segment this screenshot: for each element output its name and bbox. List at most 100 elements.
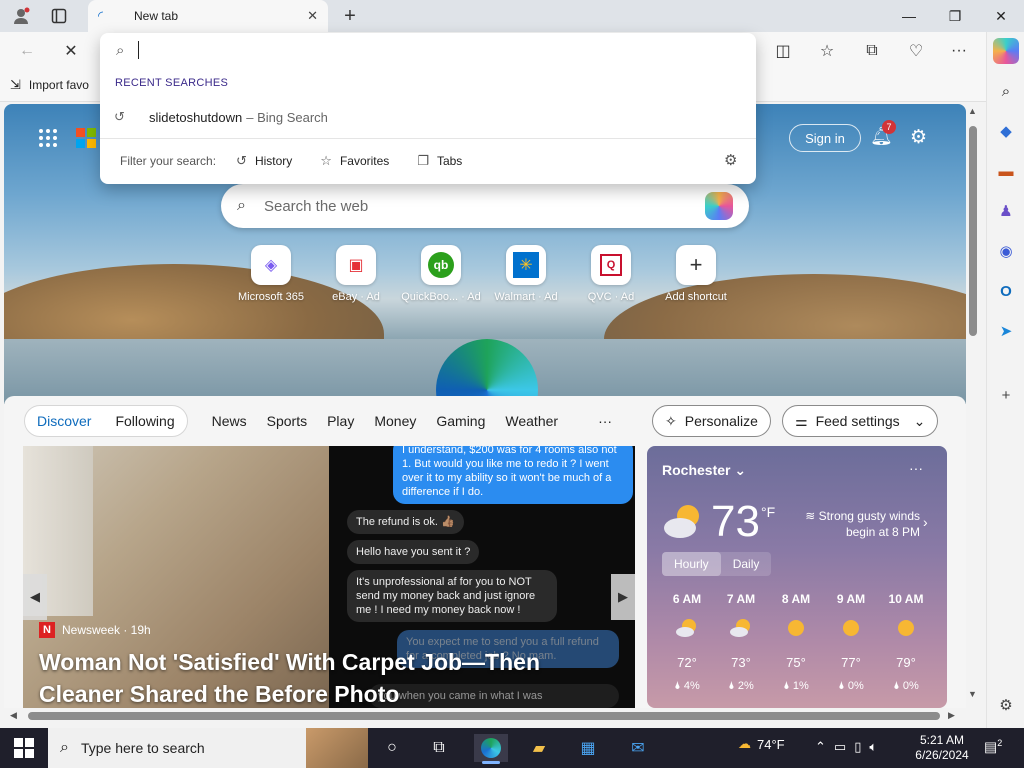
back-button[interactable]: ← <box>14 38 40 64</box>
tab-new-tab[interactable]: ◜ New tab ✕ <box>88 0 328 32</box>
close-tab-icon[interactable]: ✕ <box>307 8 318 24</box>
page-settings-icon[interactable]: ⚙ <box>910 126 932 148</box>
weather-alert[interactable]: ≋ Strong gusty winds begin at 8 PM <box>795 508 920 540</box>
import-icon: ⇲ <box>10 77 21 92</box>
recent-search-item[interactable]: ↺ slidetoshutdown – Bing Search <box>114 109 328 125</box>
recent-search-source: – Bing Search <box>246 109 328 125</box>
article-headline[interactable]: Woman Not 'Satisfied' With Carpet Job—Th… <box>39 646 599 708</box>
cortana-icon[interactable]: ○ <box>375 734 409 762</box>
filter-tabs[interactable]: ❐ Tabs <box>417 153 462 169</box>
tools-icon[interactable]: ▬ <box>993 158 1019 184</box>
featured-article-card[interactable]: I understand, $200 was for 4 rooms also … <box>23 446 635 708</box>
tab-actions-icon[interactable] <box>46 4 72 28</box>
network-icon[interactable]: ▯ <box>854 739 861 755</box>
add-shortcut-button[interactable]: + Add shortcut <box>656 245 736 303</box>
hour-time: 10 AM <box>888 592 924 606</box>
notifications-bell-icon[interactable]: 🔔︎ 7 <box>870 120 896 148</box>
apps-grid-icon[interactable] <box>38 128 57 147</box>
vertical-scroll-thumb[interactable] <box>969 126 977 336</box>
edge-taskbar-icon[interactable] <box>474 734 508 764</box>
horizontal-scroll-thumb[interactable] <box>28 712 940 720</box>
stop-loading-button[interactable]: ✕ <box>58 38 84 64</box>
tab-following[interactable]: Following <box>103 413 186 429</box>
file-explorer-icon[interactable]: ▰ <box>522 734 556 762</box>
filter-history[interactable]: ↺ History <box>236 153 292 169</box>
chevron-right-icon[interactable]: › <box>923 514 928 530</box>
nav-money[interactable]: Money <box>364 413 426 429</box>
scroll-left-icon[interactable]: ◀ <box>10 710 17 721</box>
taskbar-search-placeholder: Type here to search <box>80 740 205 756</box>
sidebar-search-icon[interactable]: ⌕ <box>993 78 1019 104</box>
browser-essentials-icon[interactable]: ♡ <box>903 38 929 64</box>
scroll-up-icon[interactable]: ▲ <box>968 106 977 116</box>
settings-more-icon[interactable]: ··· <box>946 38 972 64</box>
meet-now-icon[interactable]: ▭ <box>834 739 846 755</box>
add-sidebar-app-icon[interactable]: + <box>993 382 1019 408</box>
scroll-down-icon[interactable]: ▼ <box>968 689 977 699</box>
taskbar-weather[interactable]: ☁ 74°F <box>738 736 785 752</box>
weather-card[interactable]: Rochester ⌄ ··· 73 °F ≋ Strong gusty win… <box>647 446 947 708</box>
feed-settings-button[interactable]: ⚌ Feed settings ⌄ <box>782 405 939 437</box>
notification-center-icon[interactable]: ▤2 <box>984 738 1002 756</box>
shortcut-microsoft-365[interactable]: ◈ Microsoft 365 <box>231 245 311 303</box>
microsoft-store-icon[interactable]: ▦ <box>571 734 605 762</box>
microsoft-365-sidebar-icon[interactable]: ◉ <box>993 238 1019 264</box>
outlook-icon[interactable]: O <box>993 278 1019 304</box>
article-prev-button[interactable]: ◀ <box>23 574 47 620</box>
article-next-button[interactable]: ▶ <box>611 574 635 620</box>
shortcut-quickbooks[interactable]: qb QuickBoo... · Ad <box>401 245 481 303</box>
vertical-scrollbar[interactable]: ▲ ▼ <box>966 104 980 708</box>
nav-more-button[interactable]: ··· <box>588 413 622 429</box>
import-favorites-button[interactable]: ⇲ Import favo <box>10 77 89 93</box>
horizontal-scrollbar[interactable]: ◀ ▶ <box>4 708 966 724</box>
microsoft-365-icon: ◈ <box>251 245 291 285</box>
favorites-icon[interactable]: ☆ <box>814 38 840 64</box>
recent-search-query: slidetoshutdown <box>149 109 243 125</box>
filter-favorites[interactable]: ☆ Favorites <box>320 153 389 169</box>
nav-sports[interactable]: Sports <box>257 413 317 429</box>
shopping-icon[interactable]: ◆ <box>993 118 1019 144</box>
taskbar-clock[interactable]: 5:21 AM 6/26/2024 <box>912 733 972 763</box>
toggle-daily[interactable]: Daily <box>721 552 772 576</box>
web-search-box[interactable]: ⌕ Search the web <box>221 184 749 228</box>
weather-more-icon[interactable]: ··· <box>909 460 923 476</box>
copilot-icon[interactable] <box>993 38 1019 64</box>
shortcut-walmart[interactable]: ✳ Walmart · Ad <box>486 245 566 303</box>
new-tab-button[interactable]: + <box>338 4 362 28</box>
weather-city[interactable]: Rochester ⌄ <box>662 462 746 479</box>
hour-temp: 77° <box>841 655 861 670</box>
partly-cloudy-icon <box>676 619 696 637</box>
split-screen-icon[interactable]: ◫ <box>770 38 796 64</box>
nav-gaming[interactable]: Gaming <box>426 413 495 429</box>
mail-icon[interactable]: ✉ <box>621 734 655 762</box>
people-icon[interactable]: ♟ <box>993 198 1019 224</box>
shortcut-qvc[interactable]: Q QVC · Ad <box>571 245 651 303</box>
profile-icon[interactable] <box>8 4 34 28</box>
copilot-search-icon[interactable] <box>705 192 733 220</box>
address-input-row[interactable]: ⌕ <box>116 41 140 59</box>
scroll-right-icon[interactable]: ▶ <box>948 710 955 721</box>
personalize-button[interactable]: ✧ Personalize <box>652 405 771 437</box>
drop-icon[interactable]: ➤ <box>993 318 1019 344</box>
start-button[interactable] <box>14 738 34 758</box>
toggle-hourly[interactable]: Hourly <box>662 552 721 576</box>
nav-news[interactable]: News <box>202 413 257 429</box>
volume-muted-icon[interactable]: 🔈︎ <box>869 739 877 755</box>
minimize-button[interactable]: — <box>886 0 932 32</box>
restore-button[interactable]: ❐ <box>932 0 978 32</box>
hourly-forecast-item: 8 AM 75° 🌢 1% <box>769 592 823 693</box>
search-settings-icon[interactable]: ⚙ <box>724 151 737 169</box>
shortcut-ebay[interactable]: ▣ eBay · Ad <box>316 245 396 303</box>
taskbar-search-box[interactable]: ⌕ Type here to search <box>48 728 368 768</box>
chevron-up-icon[interactable]: ⌃ <box>815 739 826 755</box>
close-window-button[interactable]: ✕ <box>978 0 1024 32</box>
nav-weather[interactable]: Weather <box>495 413 568 429</box>
sidebar-settings-icon[interactable]: ⚙ <box>993 692 1019 718</box>
notification-count: 2 <box>997 738 1003 748</box>
tab-discover[interactable]: Discover <box>25 413 103 429</box>
task-view-icon[interactable]: ⧉ <box>422 734 456 762</box>
collections-icon[interactable]: ⧉ <box>859 38 885 64</box>
nav-play[interactable]: Play <box>317 413 364 429</box>
qvc-icon: Q <box>591 245 631 285</box>
sign-in-button[interactable]: Sign in <box>789 124 861 152</box>
